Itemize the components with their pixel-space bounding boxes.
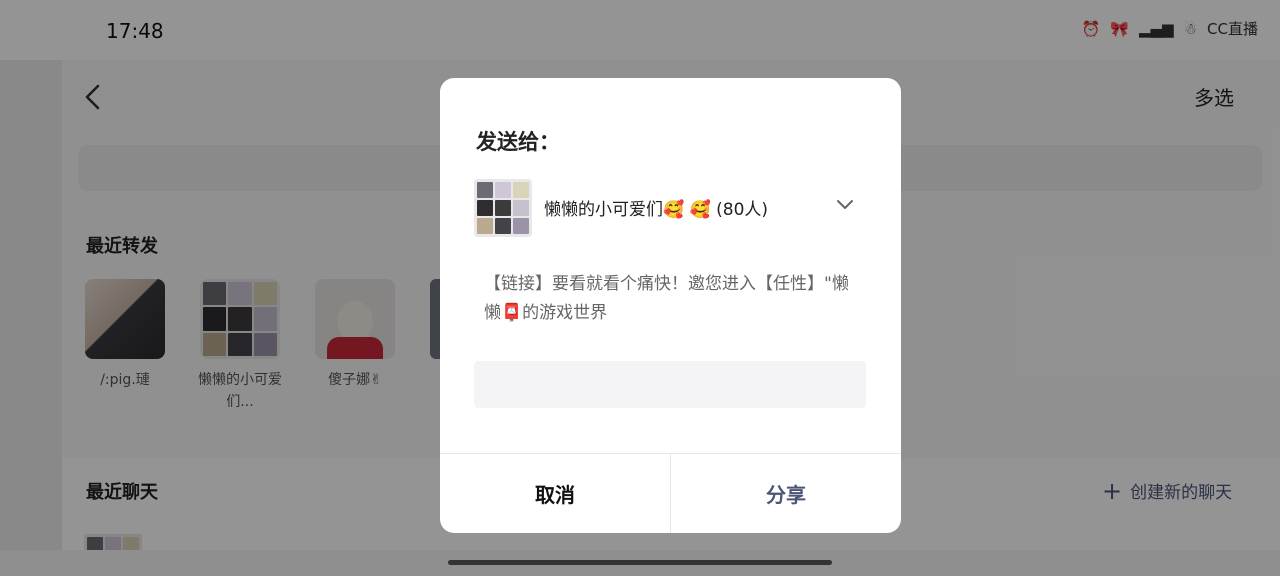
recipient-group-name: 懒懒的小可爱们🥰 🥰 (80人) — [544, 200, 769, 220]
share-dialog: 发送给： 懒懒的小可爱们🥰 🥰 (80人) 【链接】要看就看个痛快！邀您进入【任… — [440, 78, 901, 533]
message-input[interactable] — [474, 361, 866, 408]
cancel-button[interactable]: 取消 — [440, 454, 670, 533]
share-button[interactable]: 分享 — [671, 454, 901, 533]
share-message-preview: 【链接】要看就看个痛快！邀您进入【任性】"懒懒📮的游戏世界 — [484, 274, 849, 323]
home-indicator[interactable] — [448, 560, 832, 565]
chevron-down-icon[interactable] — [836, 198, 854, 212]
group-avatar — [474, 179, 532, 237]
dialog-title: 发送给： — [476, 130, 560, 154]
